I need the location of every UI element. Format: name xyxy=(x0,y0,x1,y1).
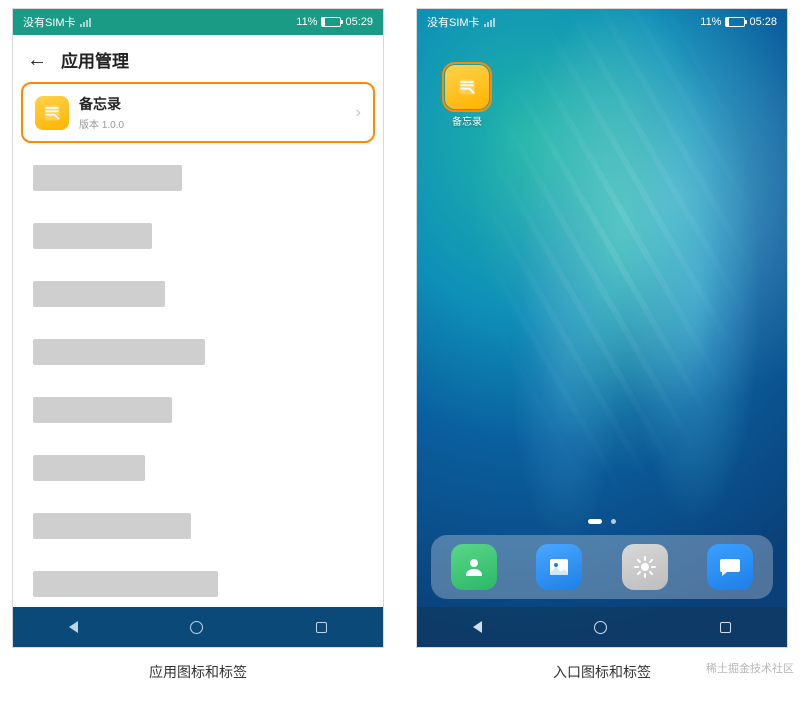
home-app-notes[interactable]: 备忘录 xyxy=(441,65,493,128)
system-nav xyxy=(417,607,787,647)
battery-icon xyxy=(725,17,745,27)
dock-gallery-icon[interactable] xyxy=(536,544,582,590)
page-title: 应用管理 xyxy=(61,47,129,72)
caption-left: 应用图标和标签 xyxy=(12,662,384,682)
status-sim: 没有SIM卡 xyxy=(427,14,480,30)
page-indicator xyxy=(417,516,787,527)
status-battery-pct: 11% xyxy=(296,16,317,28)
status-bar: 没有SIM卡 11% 05:29 xyxy=(13,9,383,35)
signal-icon xyxy=(80,18,91,27)
nav-recent-icon[interactable] xyxy=(720,622,731,633)
list-item[interactable] xyxy=(21,327,375,377)
signal-icon xyxy=(484,18,495,27)
list-item[interactable] xyxy=(21,559,375,607)
chevron-right-icon: › xyxy=(356,104,361,122)
notes-app-icon xyxy=(35,96,69,130)
list-item[interactable] xyxy=(21,501,375,551)
nav-recent-icon[interactable] xyxy=(316,622,327,633)
status-time: 05:28 xyxy=(749,16,777,28)
app-row-notes[interactable]: 备忘录 版本 1.0.0 › xyxy=(21,82,375,143)
app-name: 备忘录 xyxy=(79,94,346,114)
list-item[interactable] xyxy=(21,385,375,435)
notes-app-icon xyxy=(445,65,489,109)
status-bar: 没有SIM卡 11% 05:28 xyxy=(417,9,787,35)
status-time: 05:29 xyxy=(345,16,373,28)
status-sim: 没有SIM卡 xyxy=(23,14,76,30)
app-version: 版本 1.0.0 xyxy=(79,116,346,131)
nav-home-icon[interactable] xyxy=(190,621,203,634)
nav-back-icon[interactable] xyxy=(69,621,78,633)
watermark: 稀土掘金技术社区 xyxy=(706,660,794,676)
list-item[interactable] xyxy=(21,269,375,319)
home-app-label: 备忘录 xyxy=(441,113,493,128)
app-list: 备忘录 版本 1.0.0 › xyxy=(13,82,383,607)
dock xyxy=(431,535,773,599)
list-item[interactable] xyxy=(21,153,375,203)
page-header: ← 应用管理 xyxy=(13,35,383,82)
dock-messages-icon[interactable] xyxy=(707,544,753,590)
dock-contacts-icon[interactable] xyxy=(451,544,497,590)
phone-app-management: 没有SIM卡 11% 05:29 ← 应用管理 备忘录 版本 1.0.0 xyxy=(12,8,384,648)
phone-home-screen: 没有SIM卡 11% 05:28 备忘录 xyxy=(416,8,788,648)
nav-home-icon[interactable] xyxy=(594,621,607,634)
dock-settings-icon[interactable] xyxy=(622,544,668,590)
back-icon[interactable]: ← xyxy=(27,50,47,70)
status-battery-pct: 11% xyxy=(700,16,721,28)
list-item[interactable] xyxy=(21,211,375,261)
nav-back-icon[interactable] xyxy=(473,621,482,633)
battery-icon xyxy=(321,17,341,27)
system-nav xyxy=(13,607,383,647)
list-item[interactable] xyxy=(21,443,375,493)
